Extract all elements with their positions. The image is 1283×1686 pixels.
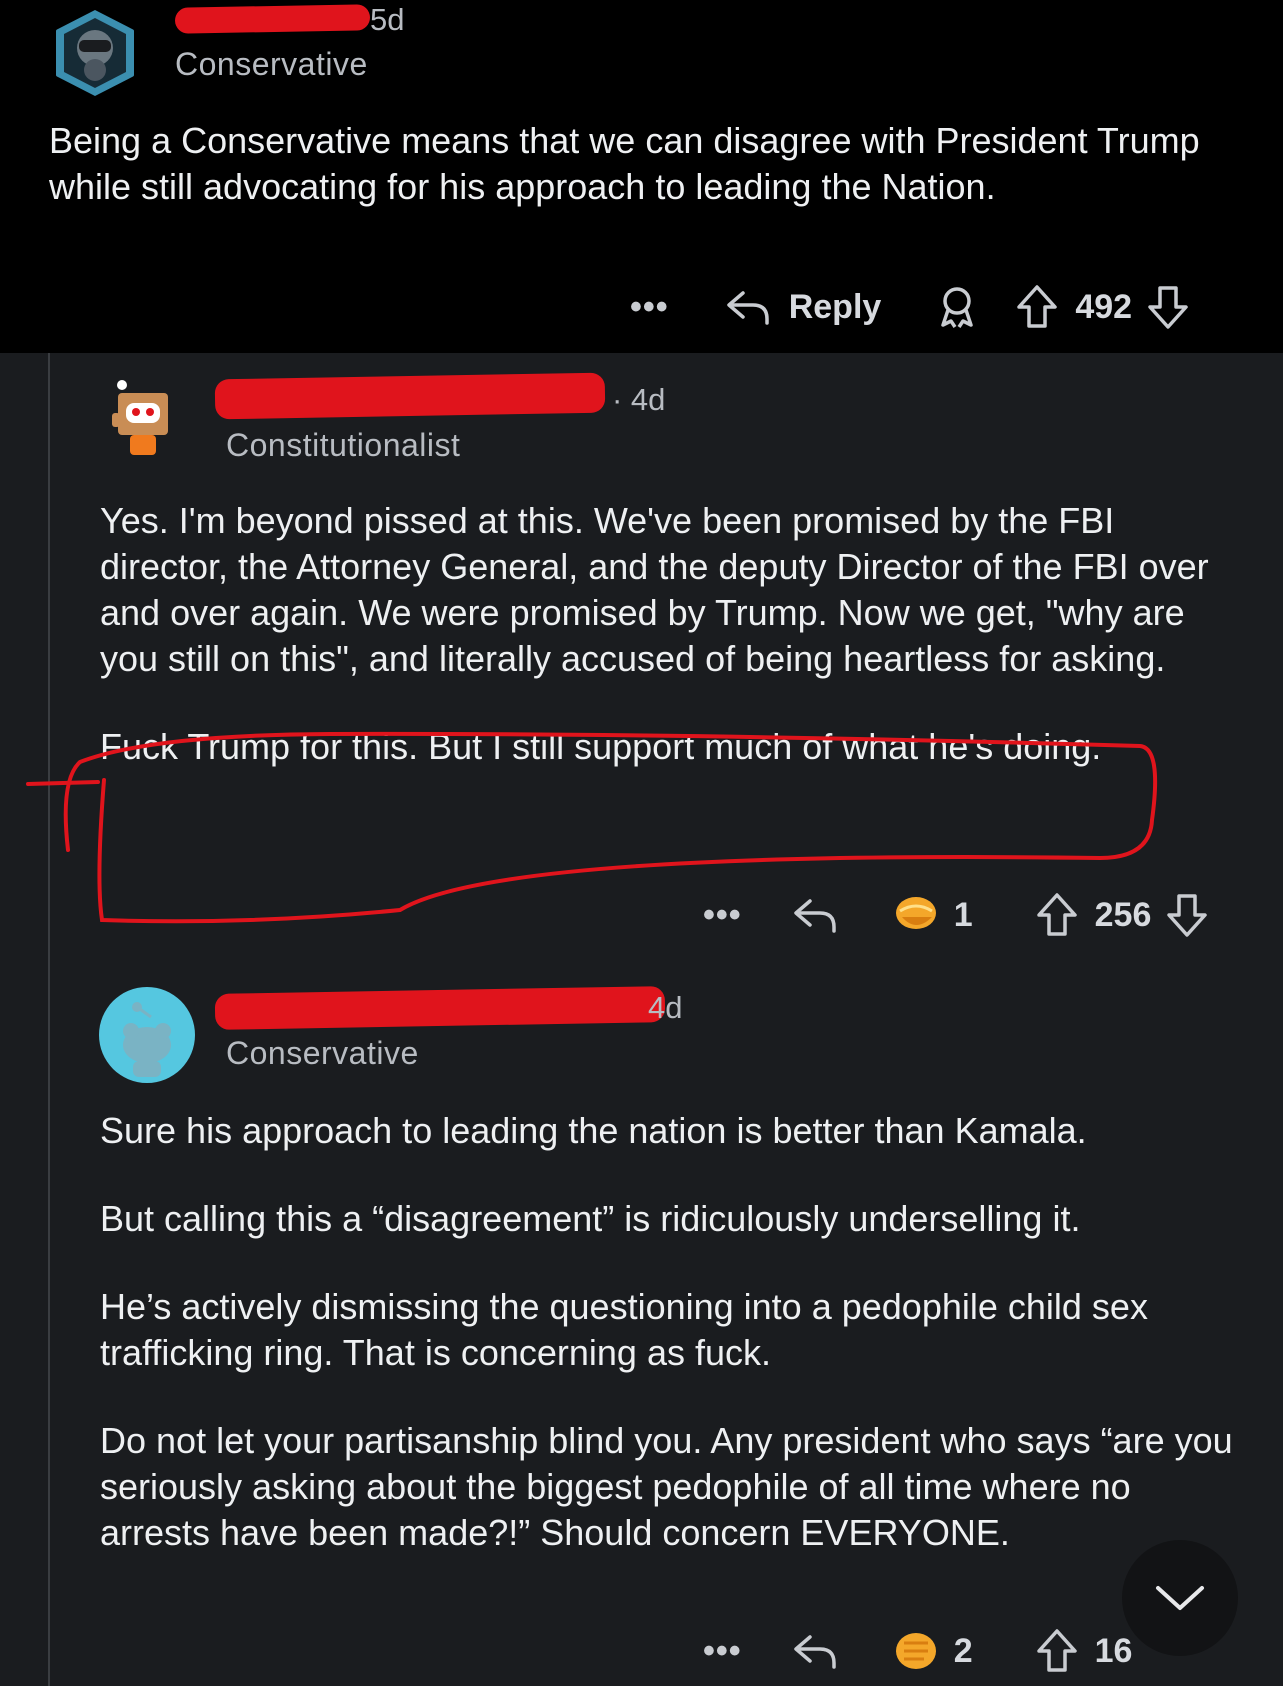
award-icon[interactable] <box>937 285 977 329</box>
comment-age: 4d <box>648 990 683 1025</box>
reply-arrow-icon[interactable] <box>792 895 838 935</box>
comment-body: Sure his approach to leading the nation … <box>100 1108 1250 1598</box>
comment-action-bar: ••• 1 256 <box>703 890 1209 940</box>
more-options-button[interactable]: ••• <box>703 1632 742 1671</box>
redacted-username <box>214 986 666 1030</box>
downvote-arrow-icon[interactable] <box>1146 284 1190 330</box>
more-options-button[interactable]: ••• <box>630 288 669 327</box>
downvote-arrow-icon[interactable] <box>1165 892 1209 938</box>
user-avatar-icon[interactable] <box>50 8 140 98</box>
vote-count: 256 <box>1094 895 1152 934</box>
user-flair: Conservative <box>175 46 368 82</box>
comment-age: · 4d <box>612 382 666 417</box>
reply-arrow-icon[interactable] <box>792 1631 838 1671</box>
vote-count: 16 <box>1094 1631 1133 1670</box>
award-count: 1 <box>953 895 973 934</box>
comment-paragraph: Yes. I'm beyond pissed at this. We've be… <box>100 500 1209 679</box>
post-age: 5d <box>370 2 405 37</box>
user-flair: Conservative <box>226 1035 419 1071</box>
vote-count: 492 <box>1075 287 1133 326</box>
upvote-arrow-icon[interactable] <box>1015 284 1059 330</box>
comment-paragraph: Fuck Trump for this. But I still support… <box>100 726 1102 767</box>
comment-action-bar: ••• 2 16 <box>703 1626 1146 1676</box>
user-avatar-icon[interactable] <box>100 375 186 461</box>
reply-button[interactable]: Reply <box>789 288 882 327</box>
user-flair: Constitutionalist <box>226 427 461 463</box>
award-icon[interactable] <box>892 893 940 937</box>
reply-arrow-icon[interactable] <box>725 287 771 327</box>
post-body: Being a Conservative means that we can d… <box>49 120 1200 207</box>
comment-paragraph: But calling this a “disagreement” is rid… <box>100 1198 1081 1239</box>
comment-paragraph: He’s actively dismissing the questioning… <box>100 1286 1148 1373</box>
comment-body: Yes. I'm beyond pissed at this. We've be… <box>100 498 1250 812</box>
post-action-bar: ••• Reply 492 <box>630 282 1190 332</box>
comment-paragraph: Do not let your partisanship blind you. … <box>100 1420 1233 1553</box>
thread-line[interactable] <box>48 353 50 1686</box>
redacted-username <box>214 372 606 420</box>
award-icon[interactable] <box>892 1629 940 1673</box>
comment-paragraph: Sure his approach to leading the nation … <box>100 1110 1087 1151</box>
award-count: 2 <box>953 1631 973 1670</box>
post-container: 5d Conservative Being a Conservative mea… <box>0 0 1283 353</box>
redacted-username <box>174 4 371 34</box>
more-options-button[interactable]: ••• <box>703 896 742 935</box>
upvote-arrow-icon[interactable] <box>1035 892 1079 938</box>
upvote-arrow-icon[interactable] <box>1035 1628 1079 1674</box>
user-avatar-icon[interactable] <box>99 987 195 1083</box>
chevron-down-icon <box>1154 1582 1206 1614</box>
scroll-down-button[interactable] <box>1122 1540 1238 1656</box>
